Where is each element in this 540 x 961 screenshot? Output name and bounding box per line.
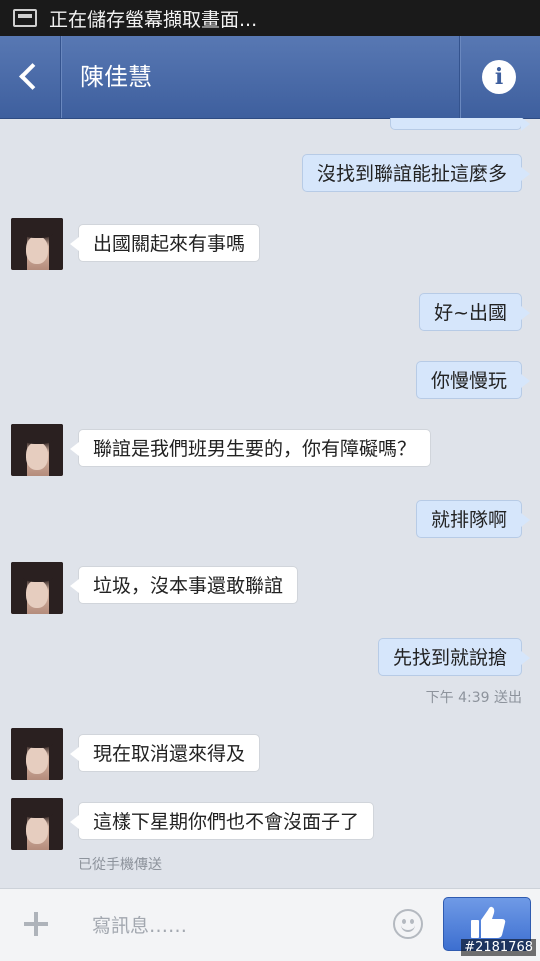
contact-avatar[interactable]	[11, 424, 63, 476]
message-bubble-incoming: 聯誼是我們班男生要的，你有障礙嗎？	[69, 429, 432, 467]
contact-avatar[interactable]	[11, 798, 63, 850]
message-bubble-partial	[390, 118, 530, 131]
info-icon: i	[482, 60, 516, 94]
message-bubble-incoming: 垃圾，沒本事還敢聯誼	[69, 566, 299, 604]
contact-avatar[interactable]	[11, 728, 63, 780]
status-notification-text: 正在儲存螢幕擷取畫面...	[49, 8, 258, 31]
sent-timestamp: 下午 4:39 送出	[425, 690, 522, 706]
message-bubble-outgoing: 就排隊啊	[415, 500, 531, 538]
chat-header: 陳佳慧 i	[0, 36, 540, 119]
contact-avatar[interactable]	[11, 562, 63, 614]
message-bubble-outgoing: 沒找到聯誼能扯這麼多	[301, 154, 531, 192]
contact-name[interactable]: 陳佳慧	[80, 36, 152, 118]
message-bubble-incoming: 這樣下星期你們也不會沒面子了	[69, 802, 375, 840]
message-input[interactable]	[90, 908, 384, 944]
conversation-area[interactable]: 沒找到聯誼能扯這麼多 出國關起來有事嗎 好~出國 你慢慢玩 聯誼是我們班男生要的…	[0, 118, 540, 890]
back-chevron-icon	[19, 63, 46, 90]
back-button[interactable]	[0, 36, 61, 118]
contact-avatar[interactable]	[11, 218, 63, 270]
info-button[interactable]: i	[459, 36, 540, 118]
message-bubble-incoming: 現在取消還來得及	[69, 734, 261, 772]
plus-icon[interactable]	[24, 912, 48, 936]
message-bubble-outgoing: 先找到就說搶	[377, 638, 531, 676]
message-composer	[0, 888, 540, 961]
message-bubble-outgoing: 好~出國	[419, 293, 530, 331]
emoji-icon[interactable]	[393, 909, 423, 939]
sent-from-mobile-label: 已從手機傳送	[78, 857, 162, 873]
status-bar: 正在儲存螢幕擷取畫面...	[0, 0, 540, 36]
watermark: #2181768	[461, 939, 536, 956]
message-bubble-incoming: 出國關起來有事嗎	[69, 224, 261, 262]
message-bubble-outgoing: 你慢慢玩	[415, 361, 531, 399]
screenshot-icon	[13, 9, 37, 27]
